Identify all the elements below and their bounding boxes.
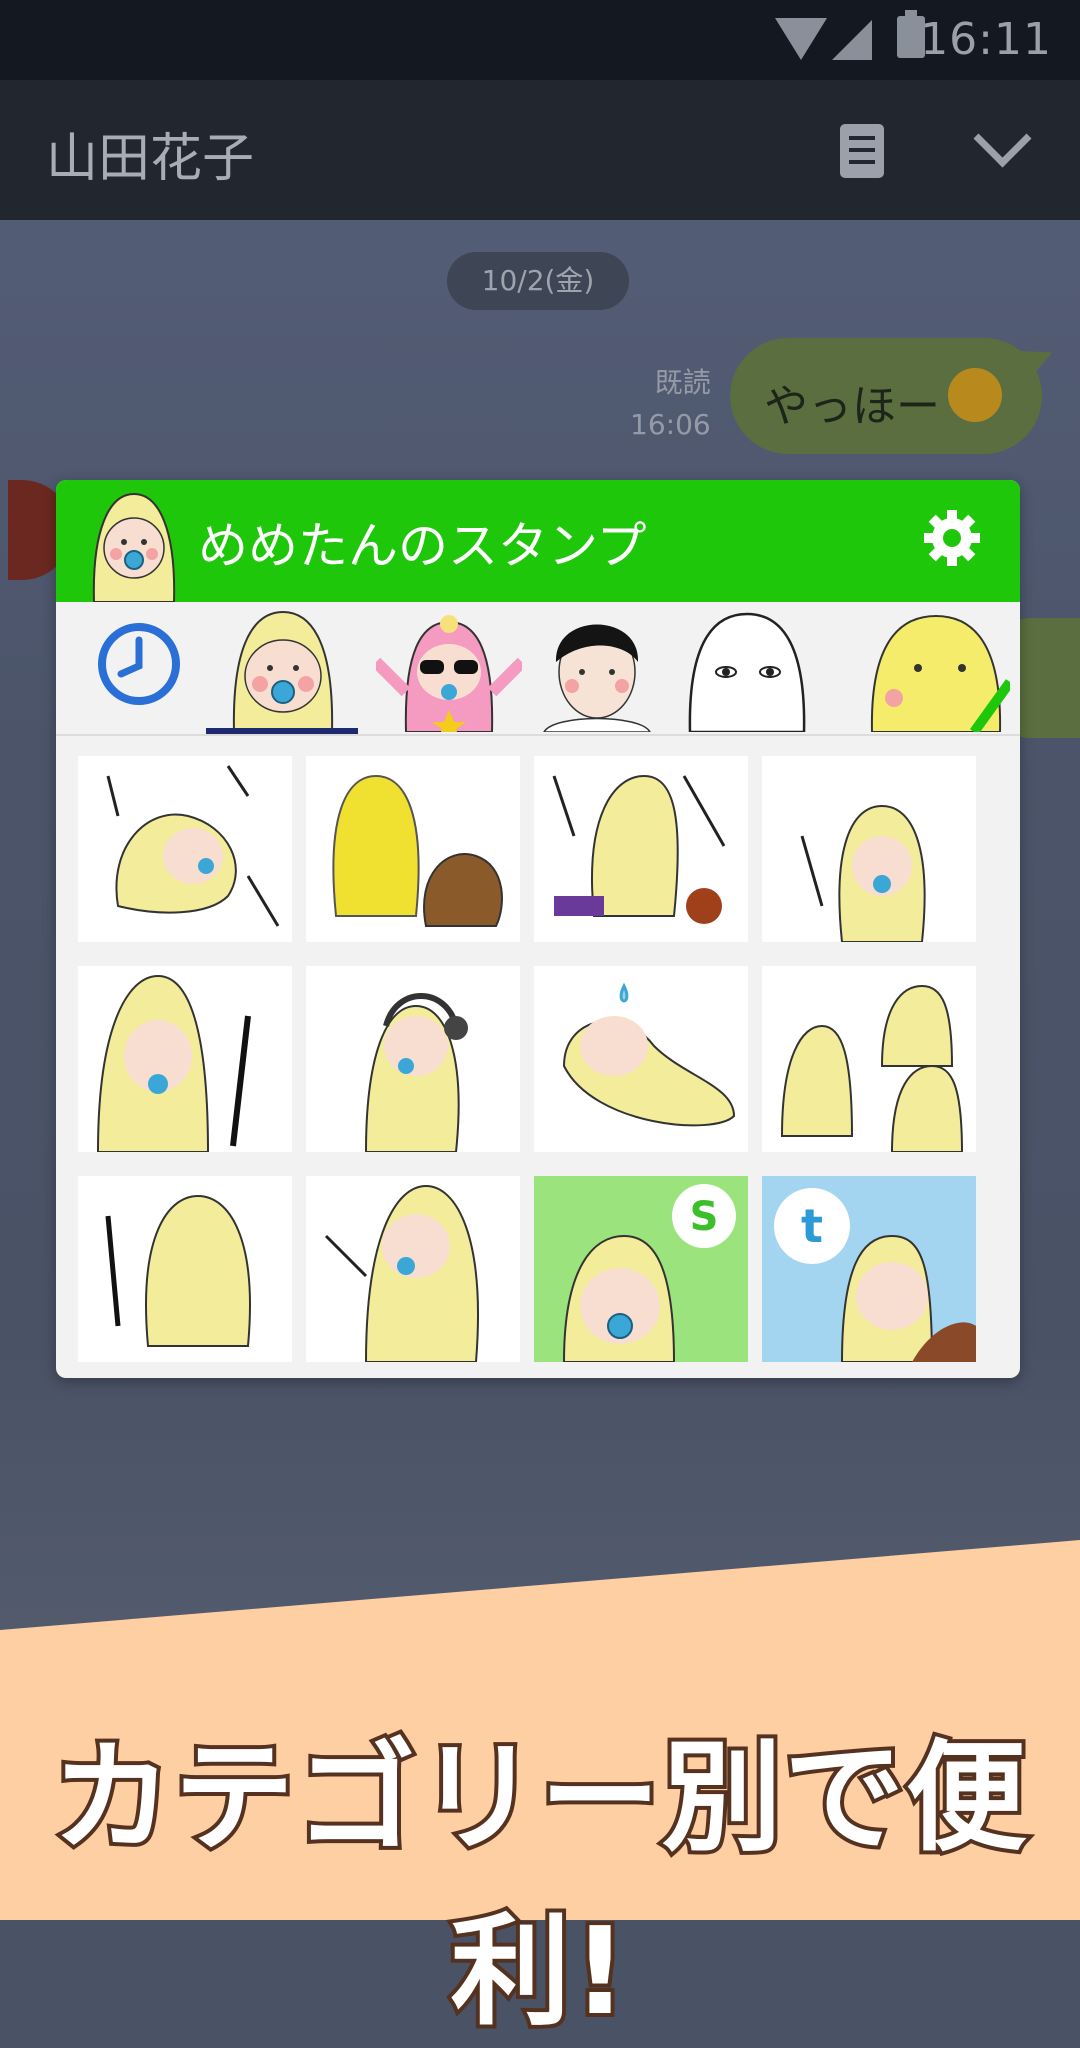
sticker-item[interactable] [78, 1176, 292, 1362]
wifi-icon [775, 18, 827, 60]
sticker-item[interactable] [78, 756, 292, 942]
sticker-panel-title: めめたんのスタンプ [198, 517, 647, 575]
signal-icon [832, 20, 872, 60]
chevron-down-icon[interactable] [973, 109, 1032, 168]
message-text: やっほー [764, 381, 940, 432]
t-badge-icon: t [801, 1199, 823, 1253]
sticker-item[interactable]: S [534, 1176, 748, 1362]
memo-icon[interactable] [840, 124, 884, 178]
memetan-icon [92, 492, 176, 602]
promo-caption: カテゴリー別で便利! [48, 1725, 1030, 2046]
tab-memetan-icon[interactable] [210, 602, 356, 732]
s-badge-icon: S [690, 1194, 719, 1240]
status-time: 16:11 [920, 14, 1052, 65]
sticker-item[interactable] [306, 756, 520, 942]
sticker-item[interactable]: t [762, 1176, 976, 1362]
sticker-panel: めめたんのスタンプ S t [56, 480, 1020, 1378]
sticker-item[interactable] [534, 966, 748, 1152]
sticker-item[interactable] [762, 756, 976, 942]
sticker-item[interactable] [534, 756, 748, 942]
sticker-item[interactable] [78, 966, 292, 1152]
tab-yellow-character-icon[interactable] [864, 602, 1010, 732]
tab-selected-indicator [206, 728, 358, 734]
read-label: 既読 [654, 366, 711, 399]
read-receipt: 既読 16:06 [630, 362, 711, 446]
read-time: 16:06 [630, 408, 711, 441]
sticker-panel-header: めめたんのスタンプ [56, 480, 1020, 602]
gear-icon[interactable] [922, 508, 982, 568]
tab-man-icon[interactable] [524, 602, 670, 732]
tab-white-ghost-icon[interactable] [674, 602, 820, 732]
sticker-tabs [56, 602, 1020, 736]
sticker-item[interactable] [762, 966, 976, 1152]
contact-name: 山田花子 [46, 129, 255, 189]
status-bar: 16:11 [0, 0, 1080, 80]
smile-emoji-icon [948, 368, 1002, 422]
message-bubble[interactable]: やっほー [730, 338, 1042, 454]
tab-pink-character-icon[interactable] [376, 602, 522, 732]
sticker-item[interactable] [306, 1176, 520, 1362]
chat-header: 山田花子 [0, 80, 1080, 220]
tab-recent-clock-icon[interactable] [66, 602, 212, 732]
date-separator: 10/2(金) [447, 252, 629, 310]
sticker-item[interactable] [306, 966, 520, 1152]
